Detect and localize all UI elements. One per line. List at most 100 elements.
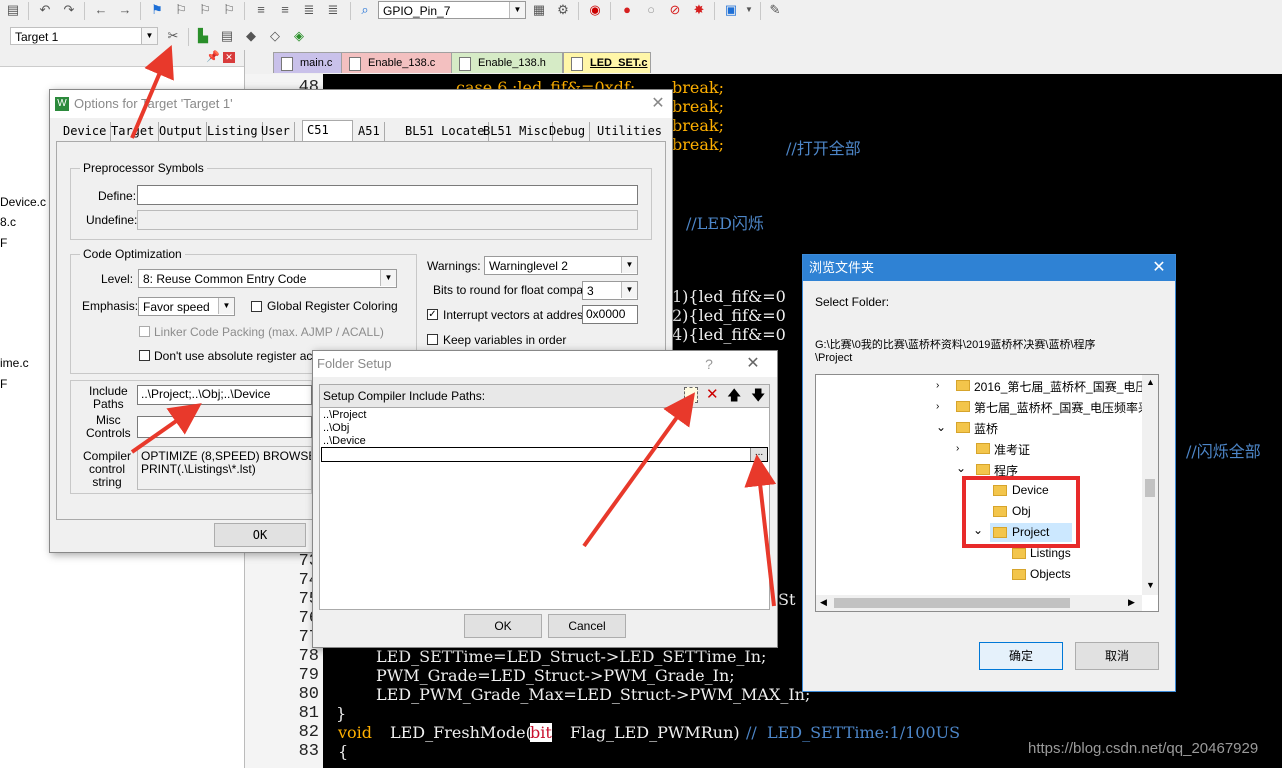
delete-path-icon[interactable]: ✕ [706, 386, 719, 404]
browse-ok-button[interactable]: 确定 [979, 642, 1063, 670]
emphasis-select[interactable]: Favor speed ▼ [138, 297, 235, 316]
pack-installer-icon[interactable]: ◇ [266, 27, 284, 45]
tree-expand-icon[interactable]: › [956, 443, 959, 454]
debug-icon[interactable]: ◉ [586, 1, 604, 19]
tab-a51[interactable]: A51 [354, 122, 385, 141]
target-select[interactable]: Target 1 ▼ [10, 27, 158, 45]
bits-round-select[interactable]: 3 ▼ [582, 281, 638, 300]
misc-controls-input[interactable] [137, 416, 312, 438]
close-pane-icon[interactable]: ✕ [223, 52, 235, 63]
manage-components-icon[interactable]: ▤ [218, 27, 236, 45]
pin-icon[interactable]: 📌 [206, 50, 220, 63]
find-icon[interactable]: ⌕ [356, 1, 374, 19]
tree-expand-icon[interactable]: › [936, 380, 939, 391]
tab-utilities[interactable]: Utilities [593, 122, 666, 141]
breakpoint-icon[interactable]: ● [618, 1, 636, 19]
project-file[interactable]: Device.c [0, 195, 46, 209]
project-file[interactable]: F [0, 377, 7, 391]
paste-icon[interactable]: ▤ [4, 1, 22, 19]
define-input[interactable] [137, 185, 638, 205]
tab-c51[interactable]: C51 [302, 120, 353, 142]
back-icon[interactable]: ← [92, 1, 110, 19]
unindent-icon[interactable]: ≡ [276, 1, 294, 19]
linker-packing-checkbox[interactable] [139, 326, 150, 337]
kill-breakpoints-icon[interactable]: ✸ [690, 1, 708, 19]
include-path-item[interactable]: ..\Project [323, 409, 366, 422]
close-icon[interactable]: ✕ [648, 94, 668, 114]
incremental-find-icon[interactable]: ⚙ [554, 1, 572, 19]
chevron-down-icon[interactable]: ▼ [740, 1, 758, 19]
tree-expand-icon[interactable]: › [936, 401, 939, 412]
scroll-up-icon[interactable]: ▲ [1146, 377, 1155, 387]
scroll-thumb[interactable] [1145, 479, 1155, 497]
tree-item[interactable]: 第七届_蓝桥杯_国赛_电压频率采 [974, 399, 1150, 416]
tree-item[interactable]: 蓝桥 [974, 420, 998, 437]
interrupt-address-input[interactable]: 0x0000 [582, 305, 638, 324]
forward-icon[interactable]: → [116, 1, 134, 19]
tab-device[interactable]: Device [59, 122, 112, 141]
browse-cancel-button[interactable]: 取消 [1075, 642, 1159, 670]
folder-setup-cancel-button[interactable]: Cancel [548, 614, 626, 638]
chevron-down-icon[interactable]: ▼ [621, 257, 637, 273]
warnings-select[interactable]: Warninglevel 2 ▼ [484, 256, 638, 275]
tree-item[interactable]: Listings [1030, 546, 1071, 560]
tab-user[interactable]: User [257, 122, 295, 141]
run-time-environment-icon[interactable]: ◈ [290, 27, 308, 45]
tree-expand-icon[interactable]: ⌄ [956, 461, 966, 475]
next-bookmark-icon[interactable]: ⚐ [196, 1, 214, 19]
help-icon[interactable]: ? [699, 354, 719, 374]
dont-use-absolute-checkbox[interactable] [139, 350, 150, 361]
chevron-down-icon[interactable]: ▼ [141, 28, 157, 44]
tab-debug[interactable]: Debug [545, 122, 591, 141]
include-paths-input[interactable]: ..\Project;..\Obj;..\Device [137, 385, 312, 405]
global-register-checkbox[interactable] [251, 301, 262, 312]
browse-folder-button[interactable]: ... [750, 448, 767, 461]
tab-output[interactable]: Output [155, 122, 208, 141]
interrupt-vectors-checkbox[interactable]: ✓ [427, 309, 438, 320]
target-options-icon[interactable]: ✂ [164, 27, 182, 45]
tree-item[interactable]: 2016_第七届_蓝桥杯_国赛_电压 [974, 378, 1147, 395]
find-in-files-icon[interactable]: ▦ [530, 1, 548, 19]
window-icon[interactable]: ▣ [722, 1, 740, 19]
project-file[interactable]: F [0, 236, 7, 250]
folder-setup-ok-button[interactable]: OK [464, 614, 542, 638]
tab-led-set-c[interactable]: LED_SET.c [563, 52, 651, 73]
close-icon[interactable]: ✕ [743, 354, 763, 374]
comment-icon[interactable]: ≣ [300, 1, 318, 19]
bookmark-icon[interactable]: ⚑ [148, 1, 166, 19]
close-icon[interactable]: ✕ [1149, 258, 1169, 278]
new-path-icon[interactable] [684, 387, 698, 403]
scroll-thumb[interactable] [834, 598, 1070, 608]
tree-item[interactable]: Objects [1030, 567, 1071, 581]
tab-bl51-misc[interactable]: BL51 Misc [479, 122, 554, 141]
indent-icon[interactable]: ≡ [252, 1, 270, 19]
tree-expand-icon[interactable]: ⌄ [936, 420, 946, 434]
undefine-input[interactable] [137, 210, 638, 230]
clear-bookmarks-icon[interactable]: ⚐ [220, 1, 238, 19]
uncomment-icon[interactable]: ≣ [324, 1, 342, 19]
scroll-left-icon[interactable]: ◀ [820, 597, 827, 608]
project-file[interactable]: ime.c [0, 356, 29, 370]
tree-item[interactable]: 准考证 [994, 441, 1030, 458]
tab-target[interactable]: Target [107, 122, 160, 141]
find-combo[interactable]: GPIO_Pin_7 ▼ [378, 1, 526, 19]
tab-enable-138-h[interactable]: Enable_138.h [451, 52, 563, 73]
project-file[interactable]: 8.c [0, 215, 16, 229]
tab-listing[interactable]: Listing [203, 122, 263, 141]
select-packs-icon[interactable]: ◆ [242, 27, 260, 45]
disable-breakpoint-icon[interactable]: ○ [642, 1, 660, 19]
chevron-down-icon[interactable]: ▼ [380, 270, 396, 286]
new-path-edit[interactable]: ... [321, 447, 768, 462]
vertical-scrollbar[interactable]: ▲ ▼ [1142, 375, 1158, 595]
move-down-icon[interactable]: 🡇 [751, 386, 765, 404]
prev-bookmark-icon[interactable]: ⚐ [172, 1, 190, 19]
options-ok-button[interactable]: OK [214, 523, 306, 547]
scroll-right-icon[interactable]: ▶ [1128, 597, 1135, 608]
keep-variables-checkbox[interactable] [427, 334, 438, 345]
include-paths-list[interactable]: ..\Project ..\Obj ..\Device ... [319, 408, 770, 610]
tools-icon[interactable]: ✎ [766, 1, 784, 19]
undo-icon[interactable]: ↶ [36, 1, 54, 19]
move-up-icon[interactable]: 🡅 [727, 386, 741, 404]
level-select[interactable]: 8: Reuse Common Entry Code ▼ [138, 269, 397, 288]
file-extensions-icon[interactable]: ▙ [194, 27, 212, 45]
